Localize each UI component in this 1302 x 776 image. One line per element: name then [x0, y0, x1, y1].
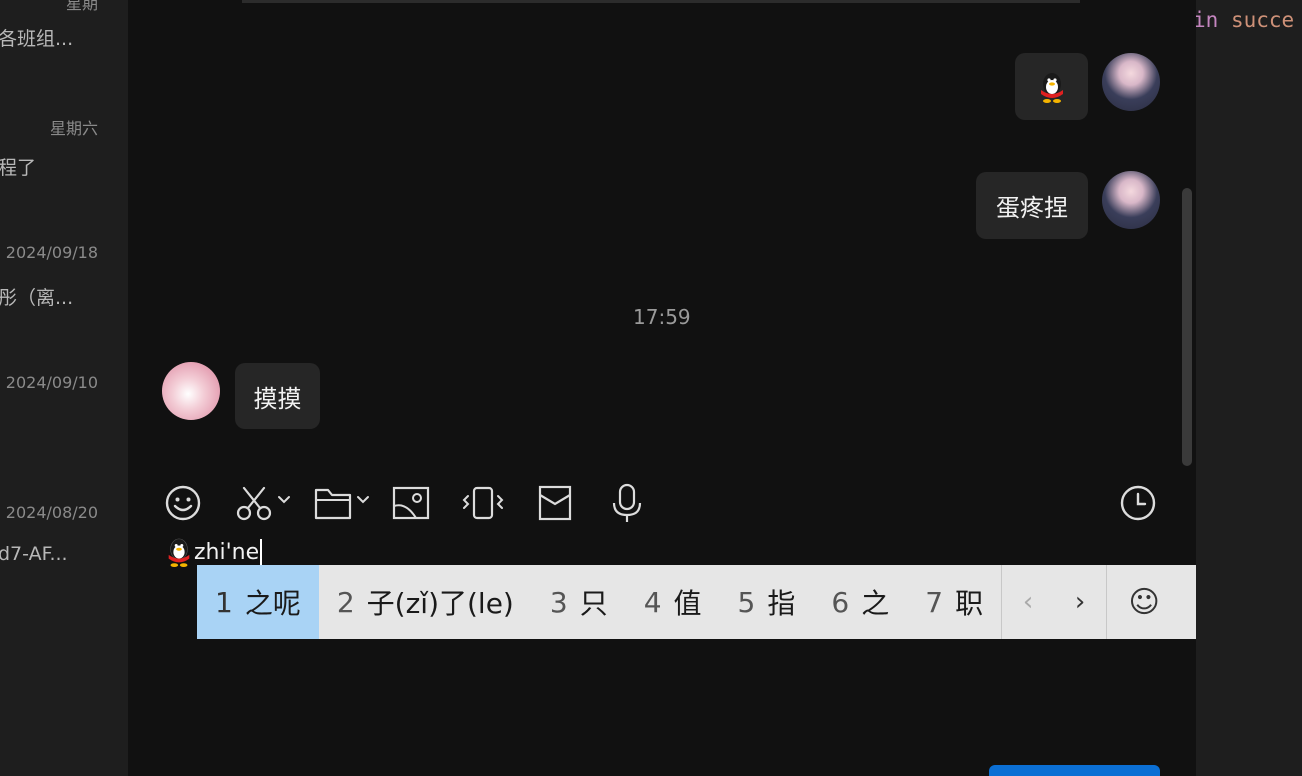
ime-candidate[interactable]: 2 子(zǐ)了(le) — [319, 565, 532, 639]
message-bubble-emoji[interactable] — [1015, 53, 1088, 120]
conversation-preview[interactable]: 各班组... — [0, 24, 73, 51]
voice-button[interactable] — [608, 483, 646, 523]
folder-icon — [314, 488, 369, 520]
ime-candidate[interactable]: 7职 — [907, 565, 1001, 639]
avatar[interactable] — [1102, 53, 1160, 111]
red-packet-icon — [538, 485, 572, 521]
shake-button[interactable] — [462, 483, 504, 523]
avatar[interactable] — [1102, 171, 1160, 229]
ime-candidate[interactable]: 3只 — [532, 565, 626, 639]
message-input[interactable]: zhi'ne — [164, 535, 263, 569]
ime-next-page-button[interactable]: › — [1054, 565, 1106, 639]
conversation-list: 星期 各班组... 星期六 程了 2024/09/18 彤（离... 2024/… — [0, 0, 128, 776]
conversation-preview[interactable]: d7-AF... — [0, 543, 68, 565]
image-icon — [392, 486, 430, 520]
history-button[interactable] — [1119, 483, 1157, 523]
emoji-button[interactable] — [164, 483, 202, 523]
ime-candidate[interactable]: 1 之呢 — [197, 565, 319, 639]
qq-penguin-icon — [1040, 72, 1063, 103]
code-line: in succe — [1196, 8, 1295, 32]
ime-candidate[interactable]: 5指 — [720, 565, 814, 639]
code-editor-panel: in succe — [1196, 0, 1302, 776]
ime-prev-page-button[interactable]: ‹ — [1002, 565, 1054, 639]
red-packet-button[interactable] — [536, 483, 574, 523]
qq-penguin-icon — [168, 538, 190, 567]
conversation-date: 2024/09/10 — [5, 373, 98, 392]
conversation-preview[interactable]: 彤（离... — [0, 283, 73, 310]
conversation-date: 星期 — [65, 0, 98, 13]
ime-candidate[interactable]: 6之 — [813, 565, 907, 639]
message-timestamp: 17:59 — [633, 305, 691, 329]
message-bubble[interactable]: 摸摸 — [235, 363, 320, 429]
input-text: zhi'ne — [194, 539, 260, 565]
conversation-date: 2024/08/20 — [5, 503, 98, 522]
ime-candidate-bar: 1 之呢 2 子(zǐ)了(le) 3只 4值 5指 6之 7职 ‹ › ☺ — [197, 565, 1196, 639]
conversation-preview[interactable]: 程了 — [0, 153, 36, 180]
ime-candidate[interactable]: 4值 — [626, 565, 720, 639]
conversation-date: 星期六 — [49, 119, 98, 138]
screenshot-scissors-icon — [236, 486, 290, 521]
text-caret — [260, 539, 263, 565]
message-text: 摸摸 — [253, 384, 302, 413]
chat-scrollbar[interactable] — [1182, 188, 1192, 466]
conversation-date: 2024/09/18 — [5, 243, 98, 262]
message-text: 蛋疼捏 — [996, 194, 1068, 222]
ime-emoji-button[interactable]: ☺ — [1107, 565, 1181, 639]
divider — [242, 0, 1080, 3]
send-button[interactable] — [989, 765, 1160, 776]
file-button[interactable] — [314, 483, 376, 523]
avatar[interactable] — [162, 362, 220, 420]
shake-window-icon — [462, 486, 504, 520]
message-bubble[interactable]: 蛋疼捏 — [976, 172, 1088, 239]
microphone-icon — [612, 483, 642, 522]
history-clock-icon — [1120, 485, 1156, 521]
screenshot-button[interactable] — [236, 483, 296, 523]
emoji-icon — [165, 485, 201, 521]
image-button[interactable] — [392, 483, 430, 523]
chat-window: 蛋疼捏 17:59 摸摸 zhi'ne 1 之呢 2 子(zǐ)了(le) 3 … — [128, 0, 1196, 776]
